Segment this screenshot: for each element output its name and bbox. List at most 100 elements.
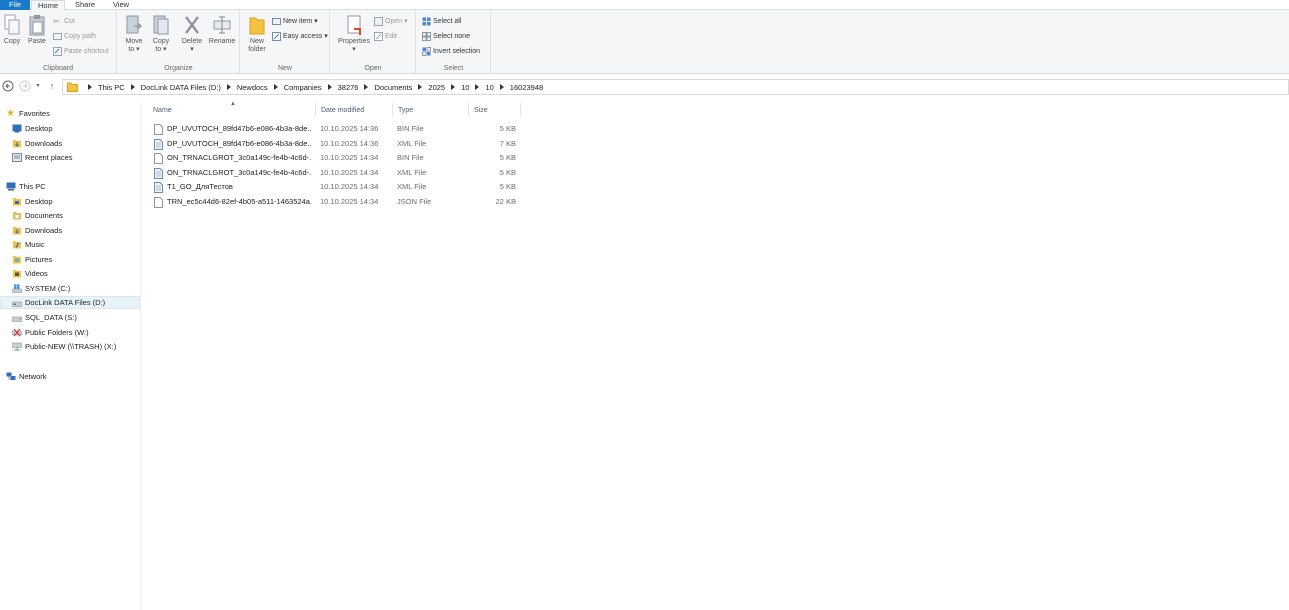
cut-button[interactable]: ✂ Cut <box>53 15 75 27</box>
breadcrumb-separator-icon <box>418 84 423 90</box>
nav-pc-videos[interactable]: Videos <box>0 267 140 280</box>
tab-home[interactable]: Home <box>31 0 65 10</box>
invert-selection-button[interactable]: Invert selection <box>422 45 480 57</box>
file-type: BIN File <box>397 124 424 133</box>
copy-path-icon <box>53 32 62 40</box>
file-row[interactable]: T1_GO_ДляТестов 10.10.2025 14:34 XML Fil… <box>148 180 528 194</box>
nav-pc-sql-data-s[interactable]: SQL_DATA (S:) <box>0 311 140 324</box>
nav-pc-pictures[interactable]: Pictures <box>0 253 140 266</box>
new-folder-button[interactable]: New folder <box>245 14 269 54</box>
edit-button[interactable]: Edit <box>374 30 397 42</box>
column-header-date-modified[interactable]: Date modified <box>316 103 393 117</box>
breadcrumb-item[interactable]: Newdocs <box>237 83 284 92</box>
paste-shortcut-button[interactable]: Paste shortcut <box>53 45 109 57</box>
nav-pc-downloads[interactable]: Downloads <box>0 224 140 237</box>
breadcrumb-separator-icon <box>451 84 456 90</box>
nav-this-pc[interactable]: This PC <box>0 180 140 193</box>
breadcrumb-item[interactable]: 38276 <box>338 83 375 92</box>
copy-to-button[interactable]: Copy to ▾ <box>149 14 173 54</box>
breadcrumb-separator-icon <box>88 84 92 90</box>
new-item-button[interactable]: New item ▾ <box>272 15 318 27</box>
xml-file-icon <box>154 168 163 179</box>
tab-share[interactable]: Share <box>68 0 102 10</box>
videos-folder-icon <box>13 270 21 278</box>
select-all-icon <box>422 17 431 25</box>
file-name: T1_GO_ДляТестов <box>167 182 233 191</box>
breadcrumb-item[interactable]: Documents <box>374 83 428 92</box>
nav-fav-recent-places[interactable]: Recent places <box>0 151 140 164</box>
nav-fav-downloads[interactable]: Downloads <box>0 137 140 150</box>
paste-button[interactable]: Paste <box>26 14 48 46</box>
paste-shortcut-icon <box>53 46 62 56</box>
generic-file-icon <box>154 153 163 164</box>
file-row[interactable]: TRN_ec5c44d6-82ef-4b05-a511-1463524a... … <box>148 195 528 209</box>
nav-favorites[interactable]: ★ Favorites <box>0 107 140 120</box>
file-date: 10.10.2025 14:34 <box>320 153 379 162</box>
breadcrumb-separator-icon <box>499 84 504 90</box>
file-size: 5 KB <box>499 153 516 162</box>
breadcrumb-item[interactable]: 2025 <box>428 83 461 92</box>
up-button[interactable]: ↑ <box>46 79 58 93</box>
copy-button[interactable]: Copy <box>1 14 23 46</box>
file-row[interactable]: DP_UVUTOCH_89fd47b6-e086-4b3a-8de... 10.… <box>148 137 528 151</box>
invert-selection-icon <box>422 46 431 56</box>
back-arrow-icon <box>2 80 14 92</box>
ribbon-tabs: File Home Share View <box>0 0 1289 10</box>
nav-network[interactable]: Network <box>0 370 140 383</box>
file-row[interactable]: DP_UVUTOCH_89fd47b6-e086-4b3a-8de... 10.… <box>148 122 528 136</box>
column-header-size[interactable]: Size <box>469 103 521 117</box>
easy-access-button[interactable]: Easy access ▾ <box>272 30 328 42</box>
file-name: DP_UVUTOCH_89fd47b6-e086-4b3a-8de... <box>167 124 312 133</box>
breadcrumb-item[interactable]: This PC <box>98 83 141 92</box>
folder-icon <box>67 82 78 92</box>
copy-path-button[interactable]: Copy path <box>53 30 96 42</box>
tab-view[interactable]: View <box>104 0 138 10</box>
select-all-button[interactable]: Select all <box>422 15 461 27</box>
breadcrumb-item-current[interactable]: 16023948 <box>510 83 543 92</box>
column-header-name[interactable]: ▲ Name <box>148 101 316 117</box>
nav-pc-music[interactable]: Music <box>0 238 140 251</box>
chevron-down-icon: ▾ <box>36 83 40 89</box>
breadcrumb-item[interactable]: DocLink DATA Files (D:) <box>141 83 237 92</box>
nav-pc-doclink-d[interactable]: DocLink DATA Files (D:) <box>0 296 140 309</box>
tab-file[interactable]: File <box>0 0 30 10</box>
nav-pc-public-new-x[interactable]: Public-NEW (\\TRASH) (X:) <box>0 340 140 353</box>
file-row[interactable]: ON_TRNACLGROT_3c0a149c-fe4b-4c6d-... 10.… <box>148 151 528 165</box>
recent-locations-button[interactable]: ▾ <box>33 79 43 93</box>
file-row[interactable]: ON_TRNACLGROT_3c0a149c-fe4b-4c6d-... 10.… <box>148 166 528 180</box>
easy-access-icon <box>272 31 281 41</box>
forward-button[interactable] <box>18 79 32 93</box>
properties-button[interactable]: Properties ▾ <box>335 14 373 54</box>
breadcrumb-item[interactable]: 10 <box>485 83 509 92</box>
network-drive-icon <box>12 342 22 351</box>
nav-fav-desktop[interactable]: Desktop <box>0 122 140 135</box>
nav-pc-public-folders-w[interactable]: Public Folders (W:) <box>0 326 140 339</box>
delete-button[interactable]: Delete ▾ <box>179 14 205 54</box>
open-button[interactable]: Open ▾ <box>374 15 408 27</box>
network-icon <box>6 372 16 380</box>
downloads-folder-icon <box>13 227 21 235</box>
nav-pc-documents[interactable]: Documents <box>0 209 140 222</box>
file-type: XML File <box>397 168 427 177</box>
rename-button[interactable]: Rename <box>207 14 237 46</box>
select-none-button[interactable]: Select none <box>422 30 470 42</box>
file-date: 10.10.2025 14:34 <box>320 182 379 191</box>
column-header-type[interactable]: Type <box>393 103 469 117</box>
address-bar[interactable]: This PC DocLink DATA Files (D:) Newdocs … <box>62 79 1289 95</box>
xml-file-icon <box>154 139 163 150</box>
file-size: 5 KB <box>499 168 516 177</box>
nav-pc-desktop[interactable]: Desktop <box>0 195 140 208</box>
breadcrumb-item[interactable]: 10 <box>461 83 485 92</box>
rename-icon <box>213 16 231 34</box>
star-icon: ★ <box>6 108 15 119</box>
scissors-icon: ✂ <box>53 16 60 26</box>
back-button[interactable] <box>1 79 15 93</box>
breadcrumb-item[interactable]: Companies <box>284 83 338 92</box>
file-name: DP_UVUTOCH_89fd47b6-e086-4b3a-8de... <box>167 139 312 148</box>
file-size: 22 KB <box>495 197 516 206</box>
move-to-icon <box>126 15 142 34</box>
nav-pc-system-c[interactable]: SYSTEM (C:) <box>0 282 140 295</box>
file-name: ON_TRNACLGROT_3c0a149c-fe4b-4c6d-... <box>167 168 312 177</box>
breadcrumb-separator-icon <box>130 84 135 90</box>
move-to-button[interactable]: Move to ▾ <box>122 14 146 54</box>
